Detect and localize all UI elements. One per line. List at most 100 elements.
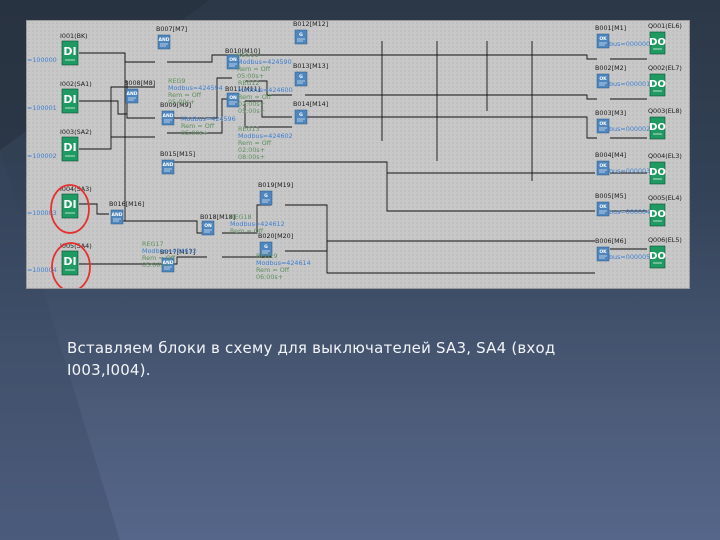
param-label: 05:00s+ bbox=[168, 98, 195, 106]
memory-block-2-glyph: OK bbox=[599, 76, 607, 82]
memory-modbus-address: bus=000001 bbox=[609, 80, 650, 88]
memory-block-6-glyph: OK bbox=[599, 249, 607, 255]
output-title: Q005(EL4) bbox=[648, 194, 682, 202]
g-block-5-glyph: G bbox=[264, 244, 268, 250]
memory-block-6[interactable]: OK bbox=[596, 246, 610, 262]
and-block-title: B016[M16] bbox=[109, 200, 144, 208]
input-block-i002-sa1[interactable]: DI bbox=[61, 88, 79, 114]
input-title: I002(SA1) bbox=[60, 80, 92, 88]
input-title: I001(BK) bbox=[60, 32, 88, 40]
and-block-1-glyph: AND bbox=[159, 37, 170, 43]
g-block-title: B019[M19] bbox=[258, 181, 293, 189]
input-block-i004-sa3[interactable]: DI bbox=[61, 193, 79, 219]
input-modbus-address: =100001 bbox=[27, 104, 57, 112]
and-block-4[interactable]: AND bbox=[161, 159, 175, 175]
input-block-i001-bk-glyph: DI bbox=[63, 45, 76, 58]
and-block-2-glyph: AND bbox=[127, 91, 138, 97]
memory-modbus-address: bus=000003 bbox=[609, 167, 650, 175]
memory-block-1[interactable]: OK bbox=[596, 33, 610, 49]
memory-block-title: B001[M1] bbox=[595, 24, 626, 32]
memory-modbus-address: bus=000004 bbox=[609, 208, 650, 216]
g-block-title: B014[M14] bbox=[293, 100, 328, 108]
memory-modbus-address: bus=000005 bbox=[609, 253, 650, 261]
memory-modbus-address: bus=000002 bbox=[609, 125, 650, 133]
memory-block-2[interactable]: OK bbox=[596, 73, 610, 89]
and-block-3-glyph: AND bbox=[163, 113, 174, 119]
wire bbox=[123, 220, 207, 234]
param-label: 05:00s+ bbox=[181, 129, 208, 137]
input-block-i002-sa1-glyph: DI bbox=[63, 93, 76, 106]
param-label: 05:00s+ bbox=[238, 107, 265, 115]
and-block-1[interactable]: AND bbox=[157, 34, 171, 50]
wire bbox=[285, 240, 595, 252]
g-block-3[interactable]: G bbox=[294, 109, 308, 125]
input-block-i003-sa2[interactable]: DI bbox=[61, 136, 79, 162]
memory-block-title: B006[M6] bbox=[595, 237, 626, 245]
and-block-5[interactable]: AND bbox=[110, 209, 124, 225]
g-block-2[interactable]: G bbox=[294, 71, 308, 87]
and-block-3[interactable]: AND bbox=[161, 110, 175, 126]
wire bbox=[124, 53, 155, 63]
param-label: 05:00s+ bbox=[142, 261, 169, 269]
memory-block-4[interactable]: OK bbox=[596, 160, 610, 176]
g-block-1[interactable]: G bbox=[294, 29, 308, 45]
memory-block-3[interactable]: OK bbox=[596, 118, 610, 134]
input-modbus-address: =100000 bbox=[27, 56, 57, 64]
output-block-6-glyph: DO bbox=[649, 251, 666, 262]
wire bbox=[386, 173, 595, 212]
output-title: Q006(EL5) bbox=[648, 236, 682, 244]
wire bbox=[167, 161, 595, 174]
memory-block-title: B002[M2] bbox=[595, 64, 626, 72]
and-block-4-glyph: AND bbox=[163, 162, 174, 168]
g-block-1-glyph: G bbox=[299, 32, 303, 38]
input-title: I003(SA2) bbox=[60, 128, 92, 136]
output-block-5-glyph: DO bbox=[649, 209, 666, 220]
output-block-1-glyph: DO bbox=[649, 37, 666, 48]
output-block-1[interactable]: DO bbox=[649, 31, 666, 55]
output-block-4[interactable]: DO bbox=[649, 161, 666, 185]
g-block-title: B013[M13] bbox=[293, 62, 328, 70]
and-block-title: B008[M8] bbox=[124, 79, 155, 87]
and-block-title: B015[M15] bbox=[160, 150, 195, 158]
memory-modbus-address: bus=000000 bbox=[609, 40, 650, 48]
timer-block-3[interactable]: ON bbox=[201, 220, 215, 236]
output-block-2-glyph: DO bbox=[649, 79, 666, 90]
wire bbox=[79, 100, 127, 115]
memory-block-1-glyph: OK bbox=[599, 36, 607, 42]
and-block-2[interactable]: AND bbox=[125, 88, 139, 104]
memory-block-5-glyph: OK bbox=[599, 204, 607, 210]
output-block-2[interactable]: DO bbox=[649, 73, 666, 97]
g-block-3-glyph: G bbox=[299, 112, 303, 118]
memory-block-title: B005[M5] bbox=[595, 192, 626, 200]
output-block-5[interactable]: DO bbox=[649, 203, 666, 227]
output-title: Q003(EL8) bbox=[648, 107, 682, 115]
timer-block-1-glyph: ON bbox=[229, 57, 237, 63]
g-block-4-glyph: G bbox=[264, 193, 268, 199]
memory-block-3-glyph: OK bbox=[599, 121, 607, 127]
output-title: Q004(EL3) bbox=[648, 152, 682, 160]
input-modbus-address: =100002 bbox=[27, 152, 57, 160]
input-block-i004-sa3-glyph: DI bbox=[63, 198, 76, 211]
output-block-6[interactable]: DO bbox=[649, 245, 666, 269]
input-block-i005-sa4[interactable]: DI bbox=[61, 250, 79, 276]
g-block-2-glyph: G bbox=[299, 74, 303, 80]
wire bbox=[305, 94, 597, 100]
slide-caption: Вставляем блоки в схему для выключателей… bbox=[67, 339, 556, 379]
wire bbox=[305, 116, 597, 139]
function-block-diagram: I001(BK) DI =100000 I002(SA1) DI =100001 I003(… bbox=[27, 21, 682, 288]
wire bbox=[285, 204, 595, 274]
timer-block-3-glyph: ON bbox=[204, 223, 212, 229]
and-block-title: B007[M7] bbox=[156, 25, 187, 33]
g-block-title: B012[M12] bbox=[293, 21, 328, 28]
memory-block-title: B004[M4] bbox=[595, 151, 626, 159]
input-block-i001-bk[interactable]: DI bbox=[61, 40, 79, 66]
g-block-4[interactable]: G bbox=[259, 190, 273, 206]
output-title: Q002(EL7) bbox=[648, 64, 682, 72]
output-block-3[interactable]: DO bbox=[649, 116, 666, 140]
param-label: 06:00s+ bbox=[256, 273, 283, 281]
param-label: Rem = Off bbox=[230, 227, 264, 235]
g-block-title: B020[M20] bbox=[258, 232, 293, 240]
timer-block-2-glyph: ON bbox=[229, 95, 237, 101]
output-title: Q001(EL6) bbox=[648, 22, 682, 30]
memory-block-5[interactable]: OK bbox=[596, 201, 610, 217]
